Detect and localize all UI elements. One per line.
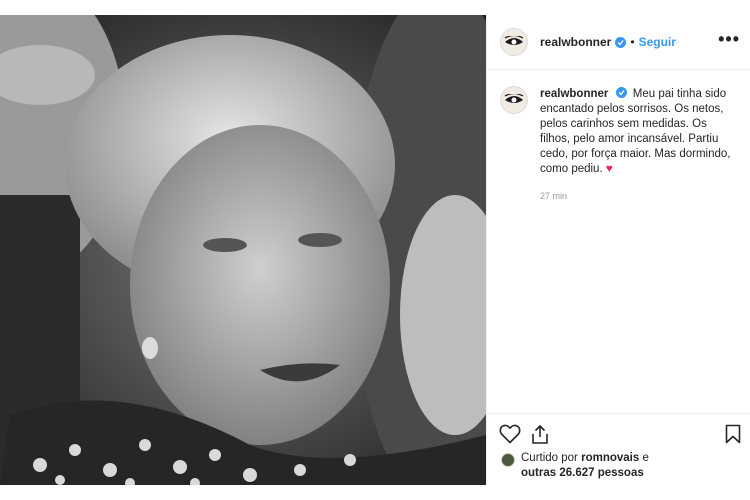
- liker-username[interactable]: romnovais: [581, 452, 639, 464]
- caption-body: realwbonner Meu pai tinha sido encantado…: [540, 86, 736, 201]
- caption-username[interactable]: realwbonner: [540, 88, 608, 100]
- avatar-eye-icon: [504, 36, 524, 45]
- avatar-eye-icon: [504, 94, 524, 103]
- verified-badge-icon: [615, 36, 627, 48]
- post-header: realwbonner • Seguir •••: [487, 15, 750, 70]
- username[interactable]: realwbonner: [540, 35, 611, 49]
- action-bar: [487, 413, 750, 453]
- timestamp[interactable]: 27 min: [540, 191, 736, 201]
- post-side-panel: realwbonner • Seguir ••• realwbonner Meu…: [486, 15, 750, 485]
- caption-block: realwbonner Meu pai tinha sido encantado…: [487, 70, 750, 201]
- follow-button[interactable]: Seguir: [639, 35, 676, 49]
- likes-others[interactable]: outras 26.627 pessoas: [521, 467, 644, 479]
- verified-badge-icon: [615, 87, 627, 98]
- likes-conj: e: [642, 452, 649, 464]
- likes-text: Curtido por romnovais e outras 26.627 pe…: [521, 451, 649, 481]
- share-icon[interactable]: [530, 424, 550, 450]
- caption: realwbonner Meu pai tinha sido encantado…: [540, 86, 736, 177]
- bookmark-icon[interactable]: [725, 424, 741, 449]
- heart-outline-icon[interactable]: [499, 424, 521, 449]
- caption-text: Meu pai tinha sido encantado pelos sorri…: [540, 88, 731, 175]
- photo-illustration: [0, 15, 486, 485]
- more-options-icon[interactable]: •••: [718, 29, 740, 50]
- avatar[interactable]: [500, 28, 528, 56]
- liker-avatar[interactable]: [501, 453, 515, 467]
- heart-emoji-icon: ♥: [605, 163, 613, 175]
- likes-summary: Curtido por romnovais e outras 26.627 pe…: [501, 451, 649, 481]
- likes-prefix: Curtido por: [521, 452, 578, 464]
- post-photo[interactable]: [0, 15, 486, 485]
- separator-dot: •: [630, 35, 635, 49]
- caption-avatar[interactable]: [500, 86, 528, 114]
